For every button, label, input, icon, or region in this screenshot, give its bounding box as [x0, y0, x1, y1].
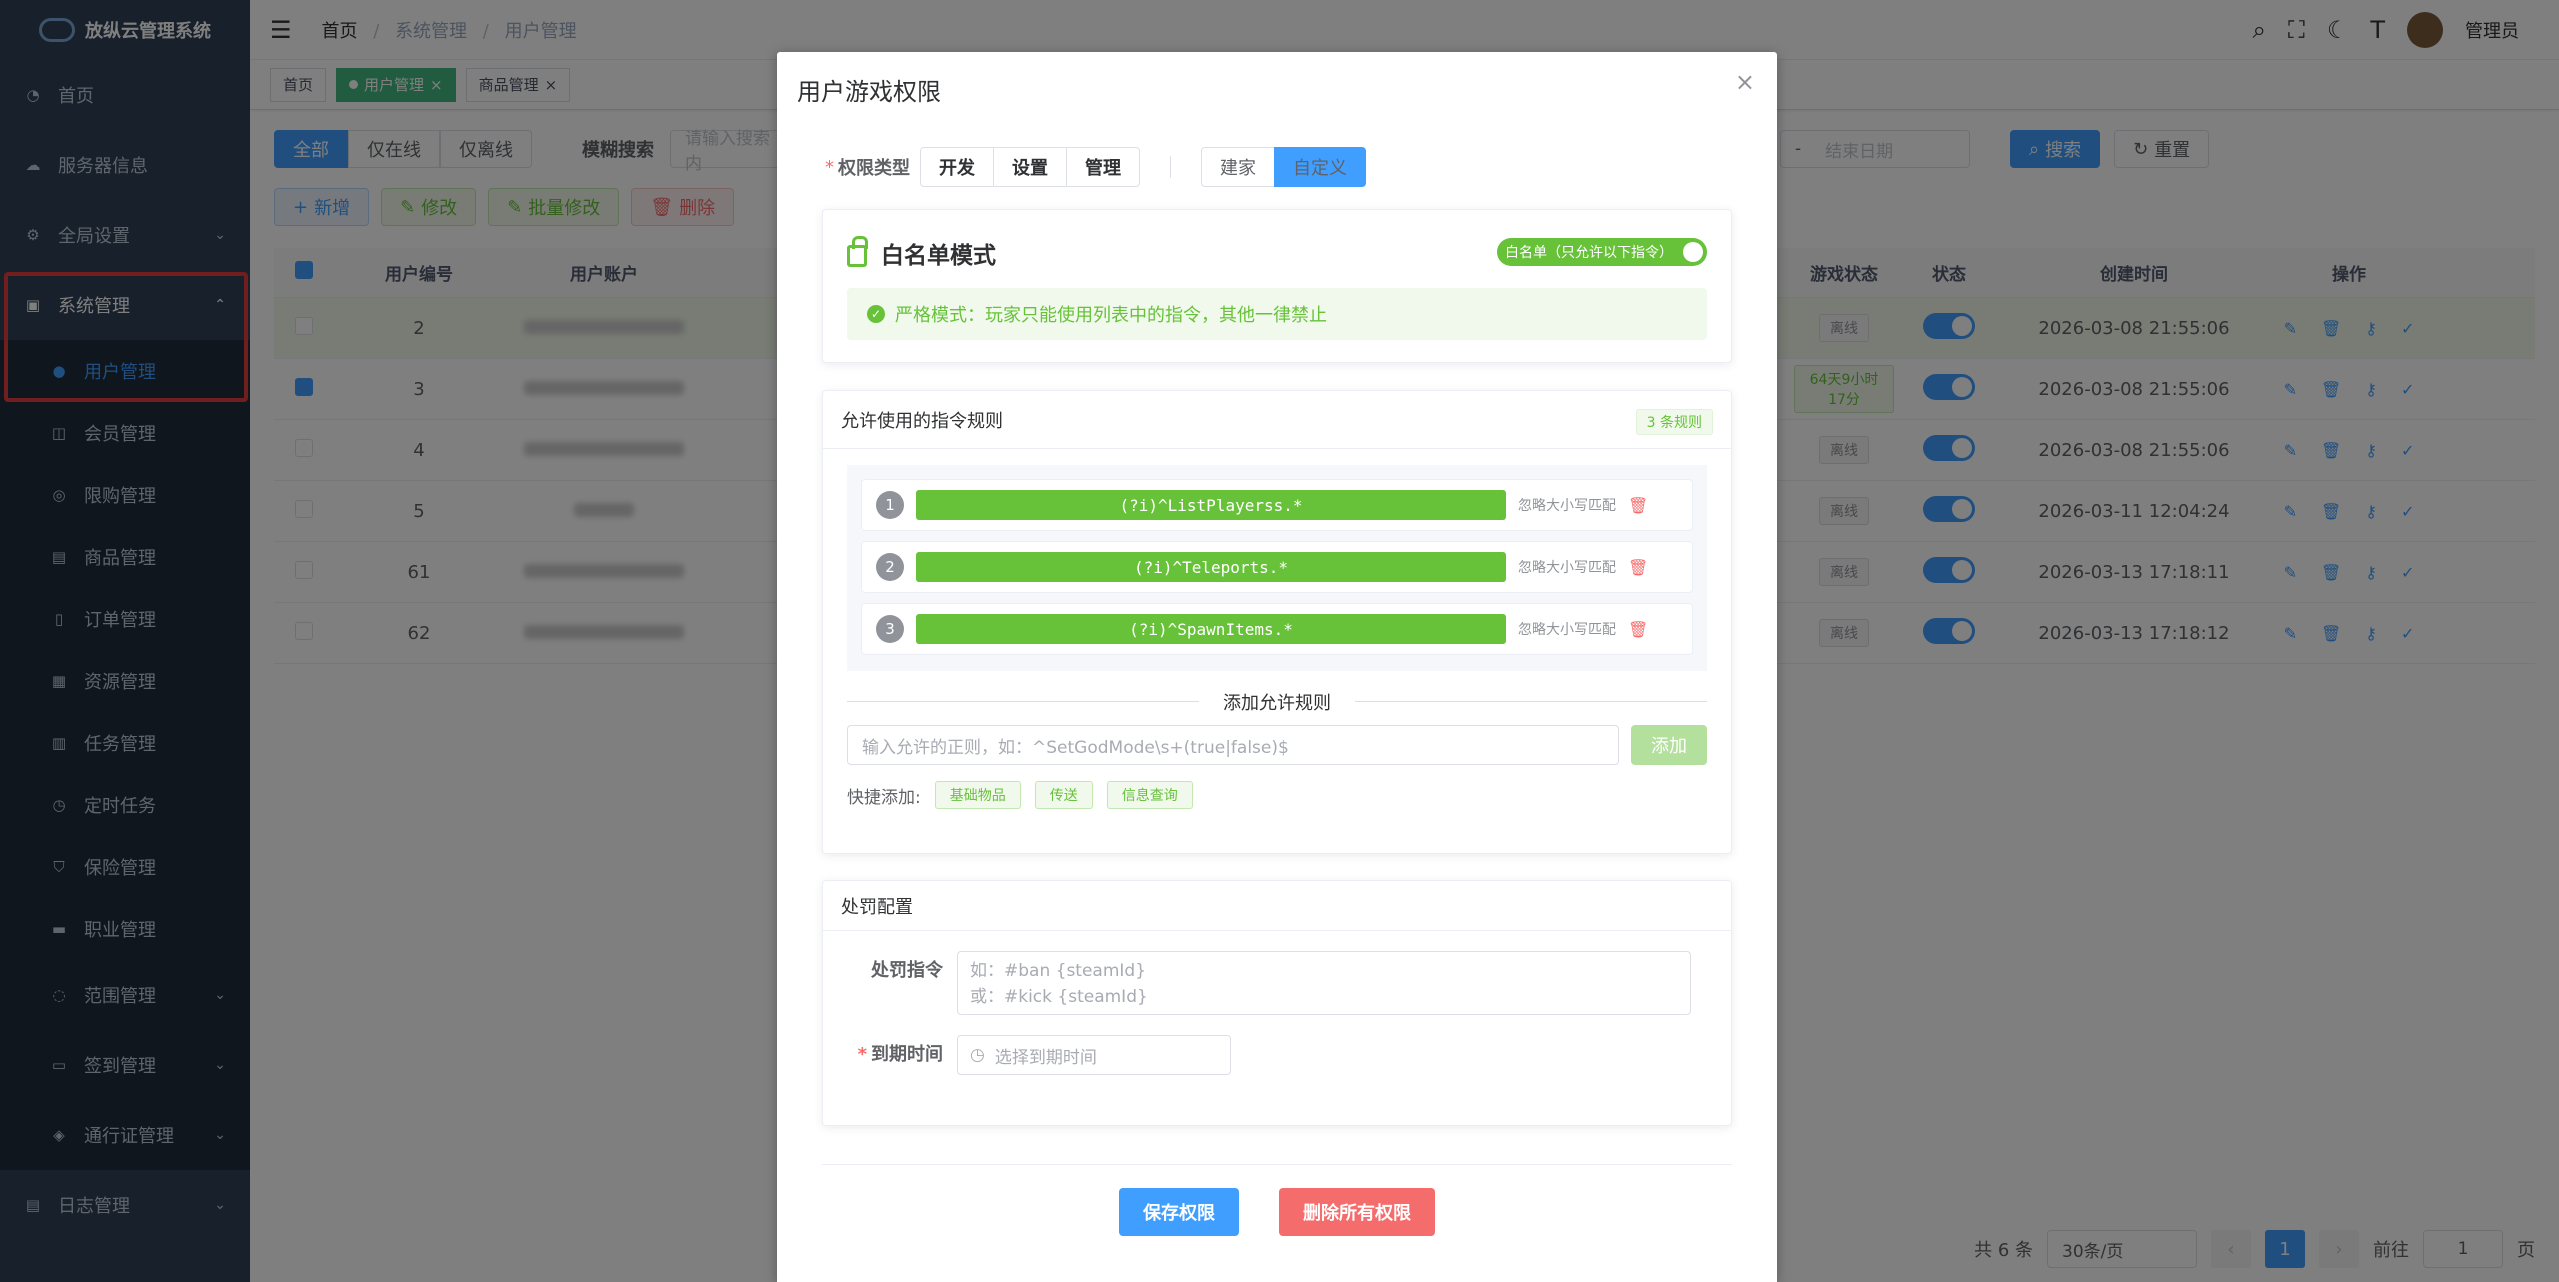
- close-icon[interactable]: ×: [1735, 68, 1755, 96]
- list-item: 1 (?i)^ListPlayerss.* 忽略大小写匹配 🗑: [861, 479, 1693, 531]
- whitelist-switch[interactable]: 白名单（只允许以下指令）: [1497, 238, 1707, 266]
- delete-icon[interactable]: 🗑: [1628, 558, 1648, 577]
- delete-all-button[interactable]: 删除所有权限: [1279, 1188, 1435, 1236]
- type-custom[interactable]: 自定义: [1274, 147, 1366, 187]
- type-build-home[interactable]: 建家: [1201, 147, 1275, 187]
- lock-icon: [847, 236, 868, 267]
- quick-add: 快捷添加: 基础物品 传送 信息查询: [847, 781, 1707, 809]
- rule-pattern: (?i)^Teleports.*: [916, 552, 1506, 582]
- strict-mode-alert: ✓ 严格模式：玩家只能使用列表中的指令，其他一律禁止: [847, 288, 1707, 340]
- permission-dialog: 用户游戏权限 × * 权限类型 开发 设置 管理 建家 自定义 白名单模式 白名…: [777, 52, 1777, 1282]
- delete-icon[interactable]: 🗑: [1628, 620, 1648, 639]
- rule-pattern: (?i)^SpawnItems.*: [916, 614, 1506, 644]
- type-settings[interactable]: 设置: [993, 147, 1067, 187]
- permission-type-group-2: 建家 自定义: [1201, 147, 1366, 187]
- expire-row: * 到期时间 ◷ 选择到期时间: [847, 1035, 1731, 1075]
- punish-card: 处罚配置 处罚指令 如：#ban {steamId} 或：#kick {stea…: [822, 880, 1732, 1126]
- list-item: 2 (?i)^Teleports.* 忽略大小写匹配 🗑: [861, 541, 1693, 593]
- add-rule-button[interactable]: 添加: [1631, 725, 1707, 765]
- save-button[interactable]: 保存权限: [1119, 1188, 1239, 1236]
- quick-teleport[interactable]: 传送: [1034, 781, 1093, 809]
- dialog-footer: 保存权限 删除所有权限: [777, 1188, 1777, 1236]
- check-circle-icon: ✓: [867, 305, 885, 323]
- punish-cmd-row: 处罚指令 如：#ban {steamId} 或：#kick {steamId}: [847, 951, 1731, 1015]
- clock-icon: ◷: [970, 1045, 985, 1065]
- permission-type-row: * 权限类型 开发 设置 管理 建家 自定义: [825, 147, 1366, 187]
- rules-list: 1 (?i)^ListPlayerss.* 忽略大小写匹配 🗑 2 (?i)^T…: [847, 465, 1707, 671]
- whitelist-title: 白名单模式: [881, 243, 996, 269]
- rules-count-badge: 3 条规则: [1635, 409, 1713, 435]
- permission-type-label: 权限类型: [838, 158, 910, 179]
- rules-header: 允许使用的指令规则 3 条规则: [823, 391, 1731, 449]
- delete-icon[interactable]: 🗑: [1628, 496, 1648, 515]
- quick-basic-items[interactable]: 基础物品: [934, 781, 1021, 809]
- punish-header: 处罚配置: [823, 881, 1731, 931]
- whitelist-card: 白名单模式 白名单（只允许以下指令） ✓ 严格模式：玩家只能使用列表中的指令，其…: [822, 209, 1732, 363]
- dialog-title: 用户游戏权限: [797, 78, 941, 106]
- expire-date-input[interactable]: ◷ 选择到期时间: [957, 1035, 1231, 1075]
- punish-cmd-textarea[interactable]: 如：#ban {steamId} 或：#kick {steamId}: [957, 951, 1691, 1015]
- add-rule-row: 输入允许的正则，如：^SetGodMode\s+(true|false)$ 添加: [847, 725, 1707, 765]
- rule-input[interactable]: 输入允许的正则，如：^SetGodMode\s+(true|false)$: [847, 725, 1619, 765]
- permission-type-group: 开发 设置 管理: [920, 147, 1140, 187]
- rule-pattern: (?i)^ListPlayerss.*: [916, 490, 1506, 520]
- add-rule-divider: 添加允许规则: [847, 689, 1707, 714]
- type-dev[interactable]: 开发: [920, 147, 994, 187]
- type-admin[interactable]: 管理: [1066, 147, 1140, 187]
- list-item: 3 (?i)^SpawnItems.* 忽略大小写匹配 🗑: [861, 603, 1693, 655]
- quick-info[interactable]: 信息查询: [1106, 781, 1193, 809]
- rules-card: 允许使用的指令规则 3 条规则 1 (?i)^ListPlayerss.* 忽略…: [822, 390, 1732, 854]
